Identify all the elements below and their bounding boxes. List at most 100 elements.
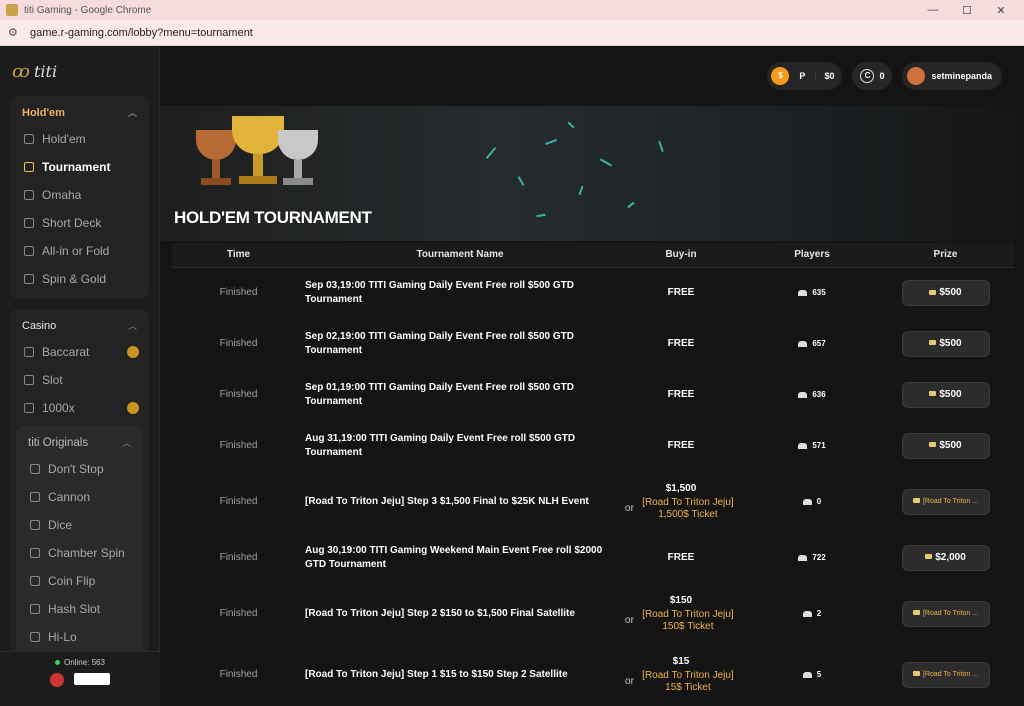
titi-logo[interactable]: ꝏ titi <box>0 46 159 96</box>
don-t-stop-icon <box>30 464 40 474</box>
sidebar-item-1000x[interactable]: 1000x <box>10 394 149 422</box>
sidebar-item-chamber-spin[interactable]: Chamber Spin <box>16 539 143 567</box>
col-header-prize[interactable]: Prize <box>877 243 1014 268</box>
tournament-name[interactable]: [Road To Triton Jeju] Step 3 $1,500 Fina… <box>305 471 615 532</box>
table-row[interactable]: Finished Sep 03,19:00 TITI Gaming Daily E… <box>172 267 1014 318</box>
prize-button[interactable]: $500 <box>901 432 990 459</box>
col-header-name[interactable]: Tournament Name <box>305 243 615 268</box>
prize-cell: $500 <box>877 420 1014 471</box>
buyin-cell: $15 or [Road To Triton Jeju] 15$ Ticket <box>615 644 747 705</box>
sidebar-item-short-deck[interactable]: Short Deck <box>10 209 149 237</box>
coin-balance[interactable]: C 0 <box>852 62 893 90</box>
prize-cell: [Road To Triton ... <box>877 644 1014 705</box>
url-text[interactable]: game.r-gaming.com/lobby?menu=tournament <box>30 27 253 39</box>
cannon-icon <box>30 492 40 502</box>
prize-button[interactable]: $500 <box>901 381 990 408</box>
buyin-alt: or [Road To Triton Jeju] 150$ Ticket <box>615 609 747 633</box>
ticket-icon <box>912 671 920 677</box>
sidebar-item-label: Baccarat <box>42 345 90 359</box>
sidebar-item-hold-em[interactable]: Hold'em <box>10 125 149 153</box>
window-title: titi Gaming - Google Chrome <box>24 4 152 16</box>
all-in-or-fold-icon <box>24 246 34 256</box>
sidebar-item-slot[interactable]: Slot <box>10 366 149 394</box>
prize-value: $500 <box>939 439 962 451</box>
sidebar-item-omaha[interactable]: Omaha <box>10 181 149 209</box>
prize-button[interactable]: $500 <box>901 330 990 357</box>
user-menu[interactable]: setminepanda <box>902 62 1002 90</box>
spark-decoration <box>627 201 635 209</box>
or-label: or <box>625 675 634 687</box>
site-info-icon[interactable]: ⚙ <box>8 26 22 39</box>
table-row[interactable]: Finished [Road To Triton Jeju] Step 3 $1,… <box>172 471 1014 532</box>
sidebar-item-hi-lo[interactable]: Hi-Lo <box>16 623 143 651</box>
tournament-status: Finished <box>219 440 258 451</box>
prize-button[interactable]: $2,000 <box>901 544 990 571</box>
sidebar-item-hash-slot[interactable]: Hash Slot <box>16 595 143 623</box>
address-bar[interactable]: ⚙ game.r-gaming.com/lobby?menu=tournamen… <box>0 20 1024 46</box>
sidebar-item-label: Tournament <box>42 160 111 174</box>
prize-button[interactable]: $500 <box>901 279 990 306</box>
spark-decoration <box>545 139 557 145</box>
sidebar-item-label: Don't Stop <box>48 462 104 476</box>
originals-group-header[interactable]: titi Originals ︿ <box>16 432 143 455</box>
sidebar-item-don-t-stop[interactable]: Don't Stop <box>16 455 143 483</box>
or-label: or <box>625 502 634 514</box>
originals-group-label: titi Originals <box>28 436 89 449</box>
wallet-balance[interactable]: $ P $0 <box>767 62 843 90</box>
online-dot-icon <box>55 660 61 666</box>
tournament-name[interactable]: [Road To Triton Jeju] Step 1 $15 to $150… <box>305 644 615 705</box>
sidebar-item-dice[interactable]: Dice <box>16 511 143 539</box>
close-icon[interactable]: ✕ <box>984 4 1018 17</box>
prize-value: $2,000 <box>935 551 966 563</box>
casino-group-header[interactable]: Casino ︿ <box>10 315 149 338</box>
col-header-players[interactable]: Players <box>747 243 877 268</box>
spark-decoration <box>485 146 497 160</box>
players-cell: 722 <box>747 532 877 583</box>
prize-button[interactable]: [Road To Triton ... <box>901 661 990 688</box>
maximize-icon[interactable]: ☐ <box>950 4 984 17</box>
sidebar-item-cannon[interactable]: Cannon <box>16 483 143 511</box>
chevron-up-icon: ︿ <box>121 438 131 448</box>
prize-button[interactable]: [Road To Triton ... <box>901 600 990 627</box>
casino-group-label: Casino <box>22 319 57 332</box>
sidebar-item-spin-gold[interactable]: Spin & Gold <box>10 265 149 293</box>
holdem-group-header[interactable]: Hold'em ︿ <box>10 102 149 125</box>
tournament-status: Finished <box>219 496 258 507</box>
players-icon <box>798 442 808 449</box>
table-row[interactable]: Finished [Road To Triton Jeju] Step 2 $15… <box>172 583 1014 644</box>
browser-title-bar: titi Gaming - Google Chrome — ☐ ✕ <box>0 0 1024 20</box>
main-content: $ P $0 C 0 setminepanda HOLD'EM TOURNAME… <box>160 46 1024 706</box>
minimize-icon[interactable]: — <box>916 4 950 16</box>
prize-button[interactable]: [Road To Triton ... <box>901 488 990 515</box>
tournament-name[interactable]: Aug 30,19:00 TITI Gaming Weekend Main Ev… <box>305 532 615 583</box>
tournament-name[interactable]: Sep 01,19:00 TITI Gaming Daily Event Fre… <box>305 369 615 420</box>
prize-value: $500 <box>939 388 962 400</box>
sidebar-item-coin-flip[interactable]: Coin Flip <box>16 567 143 595</box>
ticket-icon <box>912 498 920 504</box>
buyin-cell: FREE <box>615 318 747 369</box>
sidebar-item-tournament[interactable]: Tournament <box>10 153 149 181</box>
sidebar-item-baccarat[interactable]: Baccarat <box>10 338 149 366</box>
player-count: 635 <box>812 288 826 298</box>
sidebar-item-label: Hi-Lo <box>48 630 77 644</box>
col-header-time[interactable]: Time <box>172 243 305 268</box>
coin-icon: C <box>860 69 875 83</box>
table-row[interactable]: Finished [Road To Triton Jeju] Step 1 $15… <box>172 644 1014 705</box>
buyin-cell: $150 or [Road To Triton Jeju] 150$ Ticket <box>615 583 747 644</box>
tournament-name[interactable]: Sep 02,19:00 TITI Gaming Daily Event Fre… <box>305 318 615 369</box>
certificate-badge-icon <box>74 673 110 685</box>
tournament-name[interactable]: [Road To Triton Jeju] Step 2 $150 to $1,… <box>305 583 615 644</box>
prize-cell: $2,000 <box>877 532 1014 583</box>
col-header-buyin[interactable]: Buy-in <box>615 243 747 268</box>
table-row[interactable]: Finished Aug 30,19:00 TITI Gaming Weekend… <box>172 532 1014 583</box>
table-row[interactable]: Finished Sep 02,19:00 TITI Gaming Daily E… <box>172 318 1014 369</box>
ticket-alternative: [Road To Triton Jeju] 15$ Ticket <box>642 669 734 693</box>
tournament-name[interactable]: Sep 03,19:00 TITI Gaming Daily Event Fre… <box>305 267 615 318</box>
table-row[interactable]: Finished Sep 01,19:00 TITI Gaming Daily E… <box>172 369 1014 420</box>
sidebar-item-all-in-or-fold[interactable]: All-in or Fold <box>10 237 149 265</box>
bronze-trophy-icon <box>196 130 236 185</box>
table-row[interactable]: Finished Aug 31,19:00 TITI Gaming Daily E… <box>172 420 1014 471</box>
sidebar-item-label: Chamber Spin <box>48 546 125 560</box>
short-deck-icon <box>24 218 34 228</box>
tournament-name[interactable]: Aug 31,19:00 TITI Gaming Daily Event Fre… <box>305 420 615 471</box>
